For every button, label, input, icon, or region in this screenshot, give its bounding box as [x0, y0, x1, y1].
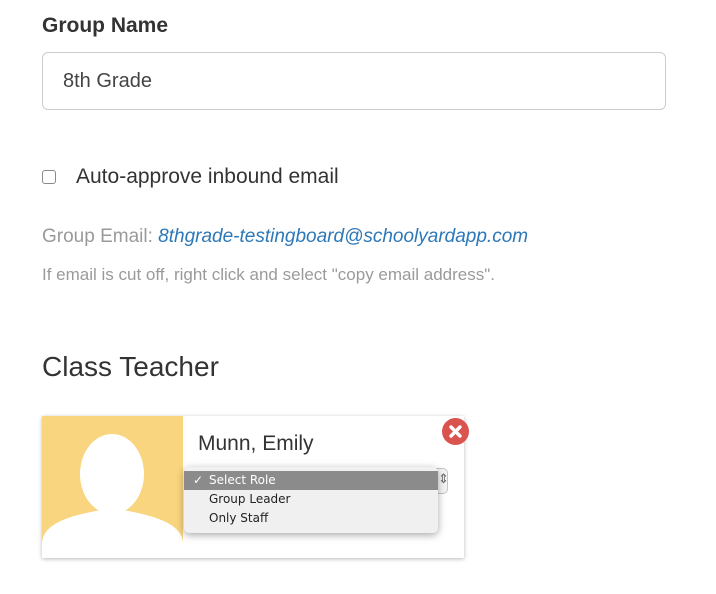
teacher-card: Munn, Emily ⇕ ✓ Select Role Group Leader… [42, 416, 469, 558]
select-arrows-icon: ⇕ [438, 471, 449, 486]
group-name-label: Group Name [42, 14, 169, 37]
group-email-prefix: Group Email: [42, 226, 153, 247]
remove-teacher-button[interactable] [442, 418, 469, 445]
role-option-label: Group Leader [209, 492, 291, 506]
avatar [42, 416, 183, 558]
role-option-select-role[interactable]: ✓ Select Role [184, 471, 438, 490]
role-option-group-leader[interactable]: Group Leader [184, 490, 438, 509]
close-icon [449, 425, 462, 438]
group-email-hint: If email is cut off, right click and sel… [42, 265, 495, 284]
auto-approve-checkbox[interactable] [42, 170, 56, 184]
group-email-link[interactable]: 8thgrade-testingboard@schoolyardapp.com [158, 226, 528, 247]
class-teacher-title: Class Teacher [42, 351, 219, 382]
person-silhouette-icon [42, 434, 183, 558]
checkmark-icon: ✓ [193, 473, 204, 487]
auto-approve-row[interactable]: Auto-approve inbound email [42, 163, 339, 191]
role-option-label: Only Staff [209, 511, 269, 525]
role-dropdown-menu[interactable]: ✓ Select Role Group Leader Only Staff [184, 467, 438, 533]
group-email-line: Group Email: 8thgrade-testingboard@schoo… [42, 226, 528, 248]
role-option-label: Select Role [209, 473, 276, 487]
role-option-only-staff[interactable]: Only Staff [184, 509, 438, 528]
teacher-name: Munn, Emily [198, 432, 314, 455]
auto-approve-label[interactable]: Auto-approve inbound email [76, 165, 339, 189]
group-name-input[interactable] [42, 52, 666, 110]
